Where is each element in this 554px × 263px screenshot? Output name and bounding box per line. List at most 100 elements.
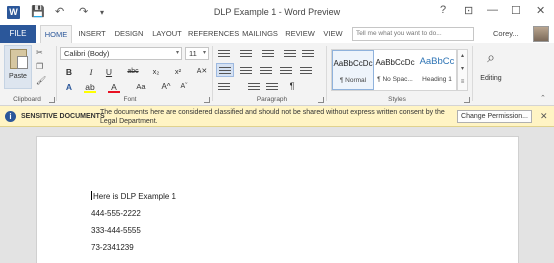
font-launcher-icon[interactable] — [204, 97, 210, 103]
paste-label: Paste — [9, 73, 27, 80]
align-center-icon[interactable] — [240, 65, 252, 76]
sensitive-documents-infobar: i SENSITIVE DOCUMENTS The documents here… — [0, 106, 554, 127]
tab-mailings[interactable]: MAILINGS — [240, 25, 280, 43]
borders-icon[interactable] — [248, 81, 260, 92]
styles-launcher-icon[interactable] — [464, 97, 470, 103]
tab-design[interactable]: DESIGN — [112, 25, 146, 43]
copy-icon[interactable]: ❐ — [36, 63, 45, 71]
style-no-spacing[interactable]: AaBbCcDc ¶ No Spac... — [374, 50, 416, 90]
numbering-icon[interactable] — [240, 48, 252, 59]
document-line[interactable]: Here is DLP Example 1 — [91, 191, 176, 201]
tab-layout[interactable]: LAYOUT — [149, 25, 185, 43]
font-size-select[interactable]: 11 ▾ — [185, 47, 209, 60]
decrease-indent-icon[interactable] — [284, 48, 296, 59]
italic-icon[interactable]: I — [85, 66, 97, 78]
style-name: ¶ Normal — [339, 77, 367, 84]
multilevel-list-icon[interactable] — [262, 48, 274, 59]
font-name-value: Calibri (Body) — [64, 49, 110, 58]
group-divider — [472, 46, 473, 101]
change-case-icon[interactable]: Aa — [135, 81, 147, 93]
text-cursor — [91, 191, 92, 200]
increase-indent-icon[interactable] — [302, 48, 314, 59]
show-formatting-icon[interactable]: ¶ — [286, 80, 298, 92]
search-icon: ⌕ — [487, 49, 495, 65]
clipboard-paste-icon — [10, 49, 28, 69]
styles-gallery: AaBbCcDc ¶ Normal AaBbCcDc ¶ No Spac... … — [331, 49, 457, 91]
style-sample: AaBbCcDc — [375, 58, 415, 67]
collapse-ribbon-icon[interactable]: ⌃ — [540, 94, 546, 102]
font-color-icon[interactable]: A — [108, 81, 120, 93]
clipboard-launcher-icon[interactable] — [49, 97, 55, 103]
group-divider — [212, 46, 213, 101]
superscript-icon[interactable]: x² — [172, 66, 184, 78]
style-heading-1[interactable]: AaBbCc Heading 1 — [416, 50, 458, 90]
font-name-select[interactable]: Calibri (Body) ▾ — [60, 47, 182, 60]
tell-me-search-input[interactable]: Tell me what you want to do... — [352, 27, 474, 41]
strikethrough-icon[interactable]: abc — [127, 66, 139, 78]
info-icon: i — [5, 111, 16, 122]
chevron-down-icon: ▾ — [202, 50, 206, 56]
ribbon-home: Paste ✂ ❐ 🖌 Clipboard Calibri (Body) ▾ 1… — [0, 43, 554, 106]
paragraph-group-label: Paragraph — [256, 96, 288, 103]
subscript-icon[interactable]: x₂ — [150, 66, 162, 78]
group-divider — [56, 46, 57, 101]
style-name: ¶ No Spac... — [377, 76, 413, 83]
ribbon-display-options-icon[interactable]: ⊡ — [464, 4, 473, 17]
help-button[interactable]: ? — [440, 4, 446, 16]
tab-insert[interactable]: INSERT — [75, 25, 109, 43]
sort-icon[interactable] — [266, 81, 278, 92]
tab-home[interactable]: HOME — [40, 25, 72, 43]
style-normal[interactable]: AaBbCcDc ¶ Normal — [332, 50, 374, 90]
tab-review[interactable]: REVIEW — [284, 25, 316, 43]
tab-references[interactable]: REFERENCES — [188, 25, 239, 43]
close-button[interactable]: ✕ — [536, 4, 545, 17]
cut-icon[interactable]: ✂ — [36, 49, 45, 57]
bullets-icon[interactable] — [218, 48, 230, 59]
user-name[interactable]: Corey... — [493, 29, 519, 38]
paragraph-launcher-icon[interactable] — [318, 97, 324, 103]
bold-icon[interactable]: B — [63, 66, 75, 78]
justify-icon[interactable] — [280, 65, 292, 76]
chevron-down-icon: ▾ — [175, 50, 179, 56]
chevron-down-icon[interactable]: ▾ — [458, 63, 467, 76]
grow-font-icon[interactable]: A^ — [160, 81, 172, 93]
document-canvas: Here is DLP Example 1 444-555-2222 333-4… — [0, 127, 554, 263]
font-size-value: 11 — [189, 49, 197, 58]
font-group-label: Font — [123, 96, 137, 103]
format-painter-icon[interactable]: 🖌 — [36, 77, 46, 85]
editing-button[interactable]: ⌕ Editing — [477, 45, 505, 89]
style-name: Heading 1 — [422, 76, 452, 83]
paste-button[interactable]: Paste — [4, 45, 32, 89]
chevron-up-icon[interactable]: ▴ — [458, 50, 467, 63]
styles-group-label: Styles — [388, 96, 406, 103]
document-line-text: Here is DLP Example 1 — [93, 192, 176, 201]
underline-icon[interactable]: U — [103, 66, 115, 78]
styles-more-button[interactable]: ▴ ▾ ≡ — [457, 49, 468, 91]
document-line[interactable]: 73-2341239 — [91, 243, 134, 252]
tab-view[interactable]: VIEW — [320, 25, 346, 43]
document-page[interactable]: Here is DLP Example 1 444-555-2222 333-4… — [36, 136, 519, 263]
highlight-color-icon[interactable]: ab — [84, 81, 96, 93]
minimize-button[interactable]: — — [487, 4, 498, 16]
close-icon[interactable]: ✕ — [540, 111, 548, 122]
infobar-message: The documents here are considered classi… — [100, 109, 445, 125]
style-sample: AaBbCc — [419, 56, 455, 67]
infobar-title: SENSITIVE DOCUMENTS — [21, 113, 105, 120]
document-line[interactable]: 333-444-5555 — [91, 226, 141, 235]
tab-file[interactable]: FILE — [0, 25, 36, 43]
style-sample: AaBbCcDc — [333, 59, 373, 68]
document-line[interactable]: 444-555-2222 — [91, 209, 141, 218]
group-divider — [326, 46, 327, 101]
more-styles-icon[interactable]: ≡ — [458, 76, 467, 89]
clear-formatting-icon[interactable]: A✕ — [196, 66, 208, 78]
align-left-icon[interactable] — [216, 63, 234, 77]
align-right-icon[interactable] — [260, 65, 272, 76]
change-permission-button[interactable]: Change Permission... — [457, 110, 532, 123]
shading-icon[interactable] — [218, 81, 230, 92]
text-effects-icon[interactable]: A — [63, 81, 75, 93]
avatar[interactable] — [533, 26, 549, 42]
maximize-button[interactable]: ☐ — [511, 4, 521, 17]
line-spacing-icon[interactable] — [300, 65, 312, 76]
ribbon-tabs: FILE HOME INSERT DESIGN LAYOUT REFERENCE… — [0, 25, 554, 43]
shrink-font-icon[interactable]: Aˇ — [178, 81, 190, 93]
